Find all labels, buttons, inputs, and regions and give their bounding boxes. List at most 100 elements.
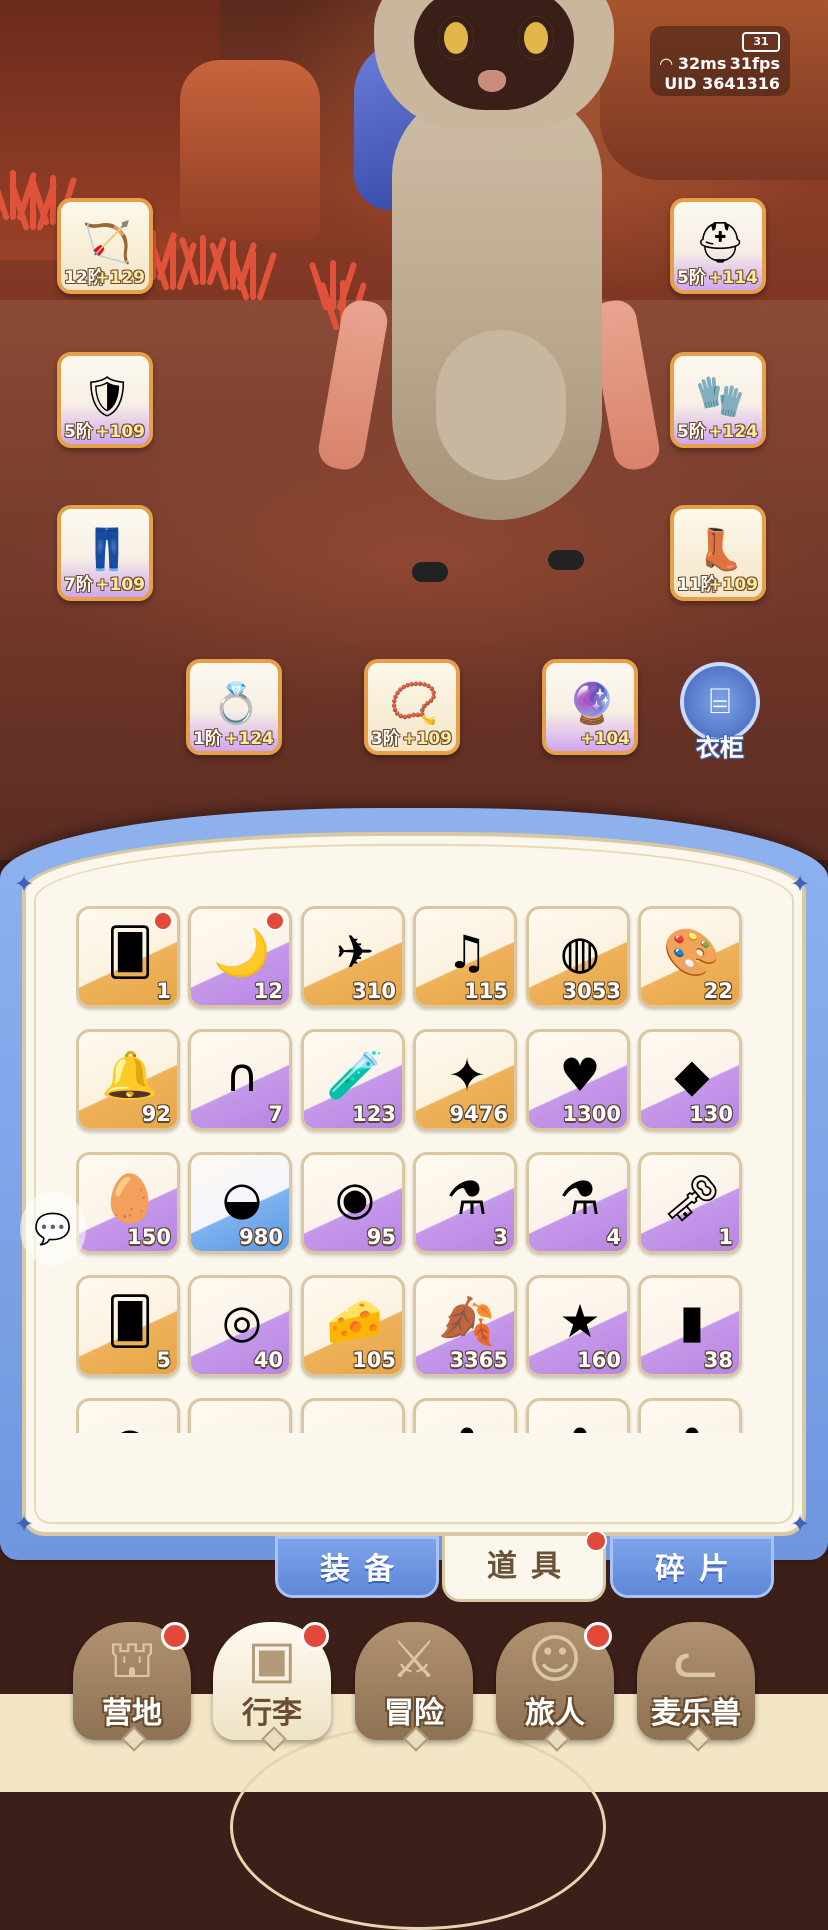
item-count: 38 [703, 1348, 733, 1372]
inventory-item[interactable]: 🎨 22 [638, 906, 742, 1008]
inventory-item[interactable]: ✦ 9476 [413, 1029, 517, 1131]
bell-icon: 🔔 [101, 1047, 159, 1102]
golden-leaf-icon: 🍂 [438, 1293, 496, 1348]
grass-blade [256, 251, 278, 301]
cat-eye-icon: ◎ [221, 1294, 263, 1348]
item-count: 3053 [562, 979, 621, 1003]
inventory-item[interactable]: ∩ 7 [188, 1029, 292, 1131]
inventory-item[interactable]: 🌙 12 [188, 906, 292, 1008]
inventory-item[interactable]: 🍂 3365 [413, 1275, 517, 1377]
inventory-item[interactable]: 🂠 1 [76, 906, 180, 1008]
hoof [548, 550, 584, 570]
inventory-item[interactable]: ◒ 980 [188, 1152, 292, 1254]
inventory-item[interactable]: 🧀 105 [301, 1275, 405, 1377]
notification-dot [585, 1530, 607, 1552]
chat-bubble-icon: 💬 [34, 1211, 72, 1247]
star-crystal-icon: ✦ [447, 1048, 487, 1102]
inventory-item[interactable]: ✿ [638, 1398, 742, 1433]
inventory-item[interactable]: ◉ 95 [301, 1152, 405, 1254]
item-count: 5 [156, 1348, 171, 1372]
gauntlet-slot[interactable]: 🧤 5阶 +124 [670, 352, 766, 448]
tab-equipment[interactable]: 装备 [275, 1536, 439, 1598]
gold-card-icon: 🂠 [106, 1294, 154, 1348]
inventory-item[interactable]: ◍ 3053 [526, 906, 630, 1008]
necklace-slot[interactable]: 📿 3阶 +109 [364, 659, 460, 755]
gold-card-icon: 🂠 [106, 925, 154, 979]
inventory-item[interactable]: ✈ 310 [301, 906, 405, 1008]
corner-star-icon: ✦ [790, 870, 811, 898]
helmet-slot[interactable]: ⛑ 5阶 +114 [670, 198, 766, 294]
sheep-nose [478, 70, 506, 92]
fps-readout: 31fps [729, 54, 780, 73]
nav-adventure[interactable]: ⚔ 冒险 [355, 1622, 473, 1752]
heart-icon: ♥ [559, 1048, 601, 1102]
inventory-item[interactable]: ◆ 130 [638, 1029, 742, 1131]
item-count: 123 [352, 1102, 396, 1126]
nav-camp[interactable]: ⛫ 营地 [73, 1622, 191, 1752]
ping-value: 32ms [677, 54, 727, 73]
slot-bonus: +124 [224, 729, 274, 749]
inventory-item[interactable]: 🗝 1 [638, 1152, 742, 1254]
notification-dot [161, 1622, 189, 1650]
inventory-item[interactable]: ⚗ 4 [526, 1152, 630, 1254]
inventory-item[interactable]: ▬ [301, 1398, 405, 1433]
inventory-item[interactable]: ✿ [413, 1398, 517, 1433]
inventory-grid[interactable]: 🂠 1 🌙 12 ✈ 310 ♫ 115 ◍ 3053 🎨 22 🔔 92 ∩ 7 🧪 123 ✦ 9476 ♥ 1300… [76, 906, 756, 1433]
ring-slot[interactable]: 💍 1阶 +124 [186, 659, 282, 755]
chest-armor-slot[interactable]: 🛡 5阶 +109 [57, 352, 153, 448]
nav-label: 麦乐兽 [651, 1696, 741, 1731]
player-character[interactable] [315, 0, 663, 582]
moon-card-icon: 🌙 [213, 924, 271, 979]
item-count: 22 [703, 979, 733, 1003]
network-hud: 31 ◠ 32ms 31fps UID 3641316 [650, 26, 790, 96]
inventory-item[interactable]: ✿ [526, 1398, 630, 1433]
tab-fragments[interactable]: 碎片 [610, 1536, 774, 1598]
inventory-item[interactable]: ⚗ 3 [413, 1152, 517, 1254]
nav-travelers[interactable]: ☺ 旅人 [496, 1622, 614, 1752]
purple-gem-icon: ◆ [674, 1048, 710, 1102]
inventory-item[interactable]: 🧪 123 [301, 1029, 405, 1131]
grass-blade [50, 175, 56, 225]
tab-label: 装备 [320, 1552, 408, 1587]
cat-companion-icon: ᓚ [673, 1630, 719, 1690]
weapon-slot[interactable]: 🏹 12阶 +129 [57, 198, 153, 294]
slot-bonus: +109 [95, 575, 145, 595]
boots-slot[interactable]: 👢 11阶 +109 [670, 505, 766, 601]
notification-dot [584, 1622, 612, 1650]
inventory-item[interactable]: 🥚 150 [76, 1152, 180, 1254]
tab-items[interactable]: 道具 [442, 1530, 607, 1602]
star-cookie-icon: ★ [559, 1294, 601, 1348]
item-count: 1 [718, 1225, 733, 1249]
ping-readout: ◠ 32ms [660, 54, 726, 73]
inventory-item[interactable]: 🔔 92 [76, 1029, 180, 1131]
corner-star-icon: ✦ [790, 1510, 811, 1538]
chat-button[interactable]: 💬 [20, 1192, 86, 1266]
nav-luggage[interactable]: ▣ 行李 [213, 1622, 331, 1752]
inventory-item[interactable]: ◎ 40 [188, 1275, 292, 1377]
item-count: 130 [689, 1102, 733, 1126]
lyre-icon: ♫ [446, 925, 488, 979]
inventory-item[interactable]: ♫ 115 [413, 906, 517, 1008]
inventory-item[interactable]: ● [76, 1398, 180, 1433]
nav-label: 冒险 [384, 1696, 444, 1731]
item-count: 95 [366, 1225, 396, 1249]
item-count: 40 [253, 1348, 283, 1372]
charm-slot[interactable]: 🔮 +104 [542, 659, 638, 755]
inventory-item[interactable]: ♥ 1300 [526, 1029, 630, 1131]
red-potion-icon: ⚗ [559, 1171, 601, 1225]
notification-dot [153, 911, 173, 931]
inventory-item[interactable]: ▮ 38 [638, 1275, 742, 1377]
item-count: 150 [127, 1225, 171, 1249]
wardrobe-button[interactable]: ⌸ 衣柜 [676, 662, 764, 762]
slot-tier: 5阶 [64, 422, 93, 442]
inventory-item[interactable]: ★ 160 [526, 1275, 630, 1377]
potion-bottle-icon: 🧪 [326, 1047, 384, 1102]
corner-star-icon: ✦ [14, 870, 35, 898]
inventory-item[interactable]: ▭ [188, 1398, 292, 1433]
yellow-flower-icon: ✿ [657, 1411, 727, 1433]
slot-tier: 1阶 [193, 729, 222, 749]
golden-egg-icon: 🥚 [101, 1170, 159, 1225]
inventory-item[interactable]: 🂠 5 [76, 1275, 180, 1377]
leg-armor-slot[interactable]: 👖 7阶 +109 [57, 505, 153, 601]
nav-companions[interactable]: ᓚ 麦乐兽 [637, 1622, 755, 1752]
